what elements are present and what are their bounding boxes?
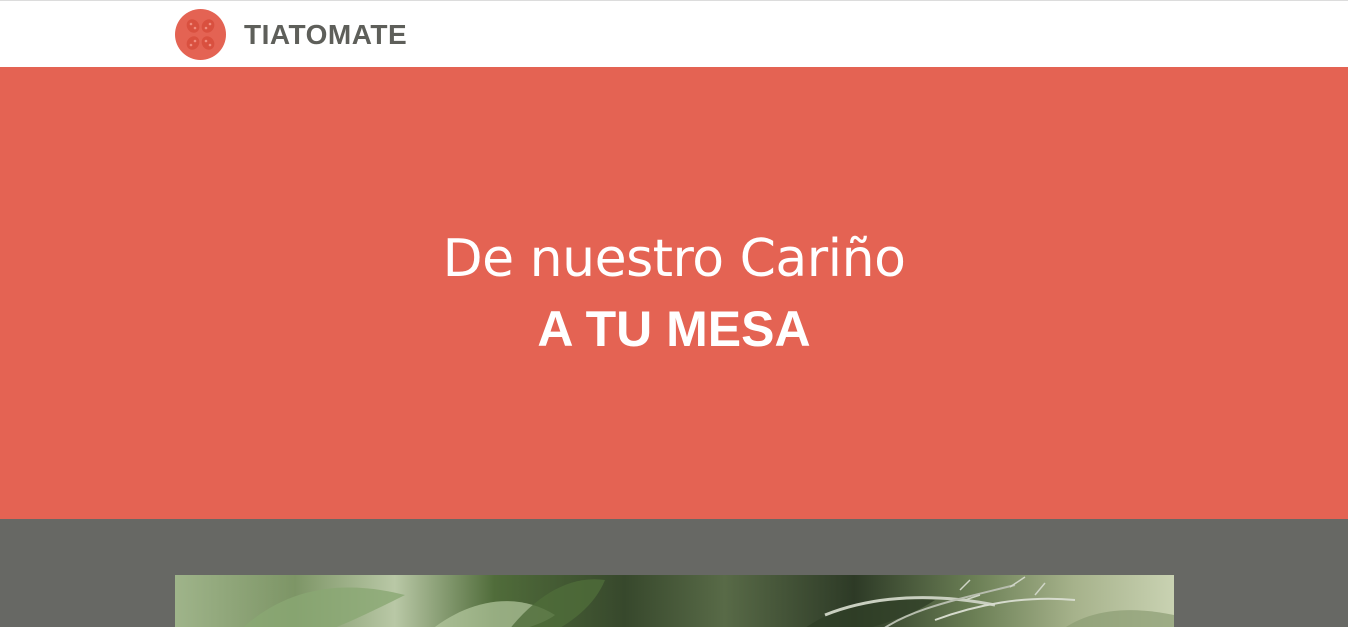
hero-banner: De nuestro Cariño A TU MESA <box>0 67 1348 519</box>
hero-headline: A TU MESA <box>537 301 811 357</box>
tomato-icon <box>175 9 226 60</box>
site-header: TIATOMATE <box>0 0 1348 67</box>
hero-tagline: De nuestro Cariño <box>442 229 906 289</box>
plant-image-graphic <box>243 576 1174 627</box>
brand-home-link[interactable]: TIATOMATE <box>175 9 407 60</box>
brand-name: TIATOMATE <box>244 18 408 50</box>
tomato-plant-photo <box>175 575 1174 627</box>
content-band <box>0 519 1348 627</box>
